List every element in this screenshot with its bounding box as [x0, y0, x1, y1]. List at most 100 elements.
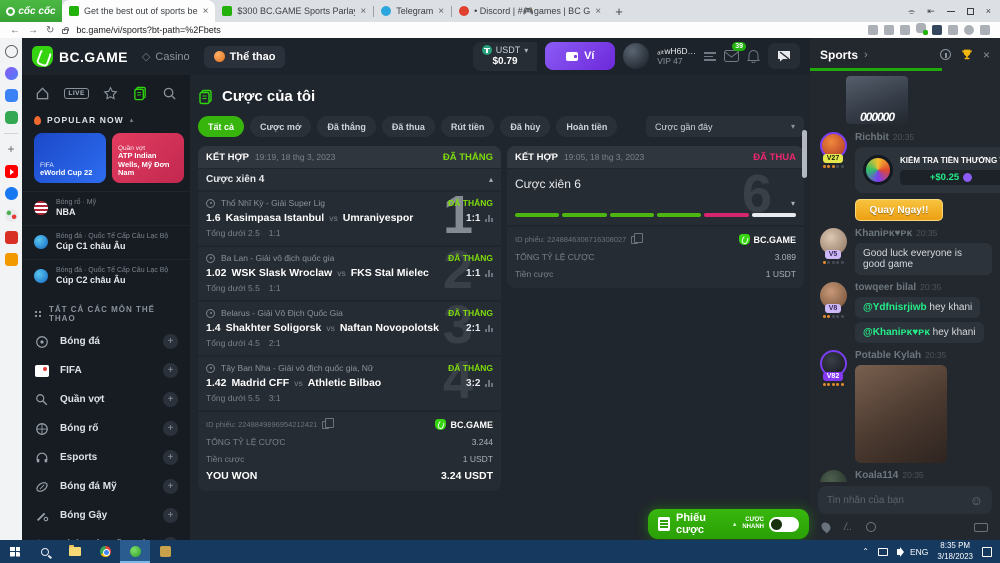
tab-telegram[interactable]: Telegram ×	[374, 0, 451, 22]
history-icon[interactable]	[5, 45, 18, 58]
copy-icon[interactable]	[322, 421, 329, 429]
chat-message-input[interactable]	[827, 495, 964, 506]
mention[interactable]: @Khaniᴘᴋ♥ᴘᴋ	[863, 327, 930, 338]
messenger-icon[interactable]	[5, 67, 18, 80]
live-icon[interactable]: LIVE	[64, 88, 88, 99]
checklist-icon[interactable]	[5, 231, 18, 244]
avatar[interactable]	[623, 43, 649, 69]
filter-cancelled[interactable]: Đã hủy	[500, 116, 550, 137]
forward-icon[interactable]: →	[28, 25, 38, 36]
close-window-icon[interactable]: ×	[986, 6, 991, 16]
expand-plus-icon[interactable]: +	[163, 479, 178, 494]
stats-icon[interactable]	[485, 325, 493, 332]
tray-expand-icon[interactable]: ⌃	[862, 547, 869, 556]
nav-casino[interactable]: ◇ Casino	[142, 50, 190, 63]
maximize-icon[interactable]	[967, 8, 974, 15]
stats-icon[interactable]	[485, 215, 493, 222]
tab-close-icon[interactable]: ×	[438, 6, 444, 17]
minimize-icon[interactable]	[947, 11, 955, 12]
lock-icon[interactable]	[62, 29, 68, 34]
expand-plus-icon[interactable]: +	[163, 392, 178, 407]
avatar[interactable]	[820, 470, 847, 482]
games-icon[interactable]	[5, 111, 18, 124]
filter-lost[interactable]: Đã thua	[382, 116, 435, 137]
restore-down-icon[interactable]: ⇤	[927, 6, 935, 17]
volume-icon[interactable]	[897, 549, 901, 555]
coccoc-browser-logo[interactable]: cốc cốc	[0, 0, 62, 22]
popular-now-header[interactable]: POPULAR NOW ▴	[22, 109, 190, 127]
my-bets-icon[interactable]	[133, 86, 148, 101]
download-manager-icon[interactable]	[932, 25, 942, 35]
emoji-icon[interactable]: ☺	[970, 493, 983, 508]
mail-icon[interactable]: 39	[724, 50, 739, 62]
url-text[interactable]: bc.game/vi/sports?bt-path=%2Fbets	[76, 25, 220, 35]
tab-discord[interactable]: • Discord | #🎮games | BC G ×	[452, 0, 608, 22]
sidebar-item-basketball[interactable]: Bóng rổ +	[22, 414, 190, 443]
stats-icon[interactable]	[485, 270, 493, 277]
quick-bet-toggle[interactable]	[769, 517, 799, 532]
filter-all[interactable]: Tất cả	[198, 116, 244, 137]
trophy-icon[interactable]	[960, 48, 974, 61]
sidebar-item-football[interactable]: Bóng đá +	[22, 327, 190, 356]
expand-plus-icon[interactable]: +	[163, 421, 178, 436]
rain-icon[interactable]	[820, 521, 833, 534]
action-center-icon[interactable]	[982, 547, 992, 557]
wallet-button[interactable]: Ví	[545, 42, 615, 70]
tab-close-icon[interactable]: ×	[203, 6, 209, 17]
expand-plus-icon[interactable]: +	[163, 363, 178, 378]
extensions-icon[interactable]	[948, 25, 958, 35]
new-tab-button[interactable]: +	[608, 0, 630, 22]
stats-icon[interactable]	[485, 380, 493, 387]
betslip-button[interactable]: Phiếu cược ▴ CƯỢC NHANH	[648, 509, 809, 539]
filter-refunded[interactable]: Hoàn tiền	[556, 116, 617, 137]
chat-username[interactable]: Richbit	[855, 132, 889, 143]
sticker-icon[interactable]	[5, 209, 18, 222]
downloads-icon[interactable]	[980, 25, 990, 35]
promo-card-eworldcup[interactable]: FIFA eWorld Cup 22	[34, 133, 106, 183]
share-icon[interactable]	[868, 25, 878, 35]
tip-coin-icon[interactable]	[866, 522, 876, 532]
bet-card-title-row[interactable]: Cược xiên 4 ▴	[198, 169, 501, 190]
tab-bcgame-parlay[interactable]: $300 BC.GAME Sports Parlay ×	[215, 0, 373, 22]
expand-caret-icon[interactable]: ▾	[791, 199, 795, 208]
favorites-star-icon[interactable]	[103, 86, 118, 101]
sidebar-item-tennis[interactable]: Quần vợt +	[22, 385, 190, 414]
facebook-icon[interactable]	[5, 187, 18, 200]
chat-app-icon[interactable]	[5, 89, 18, 102]
collapse-caret-icon[interactable]: ▴	[489, 175, 493, 184]
league-item-c1[interactable]: Bóng đá · Quốc Tế Cấp Câu Lạc Bộ Cúp C1 …	[22, 225, 190, 259]
coccoc-button[interactable]	[120, 540, 150, 563]
sidebar-item-fifa[interactable]: FIFA +	[22, 356, 190, 385]
chat-username[interactable]: Koala114	[855, 470, 898, 481]
close-chat-icon[interactable]: ×	[983, 48, 990, 62]
filter-open[interactable]: Cược mở	[250, 116, 311, 137]
bell-icon[interactable]	[747, 49, 760, 63]
user-info[interactable]: ₐₗₜwH6D… VIP 47	[657, 46, 696, 67]
home-icon[interactable]	[35, 86, 50, 101]
add-shortcut-icon[interactable]: +	[5, 143, 18, 156]
league-item-nba[interactable]: Bóng rổ · Mỹ NBA	[22, 191, 190, 225]
search-icon[interactable]	[162, 86, 177, 101]
filter-won[interactable]: Đã thắng	[317, 116, 376, 137]
nav-sports[interactable]: Thể thao	[204, 46, 286, 68]
translate-icon[interactable]	[884, 25, 894, 35]
filter-cashout[interactable]: Rút tiền	[441, 116, 495, 137]
bookmark-star-icon[interactable]	[900, 25, 910, 35]
language-indicator[interactable]: ENG	[910, 547, 928, 557]
chat-tab-sports[interactable]: Sports	[820, 48, 858, 62]
expand-plus-icon[interactable]: +	[163, 508, 178, 523]
info-icon[interactable]	[940, 49, 951, 60]
league-of-legends-button[interactable]	[150, 540, 180, 563]
leaderboard-icon[interactable]	[704, 52, 716, 61]
league-item-c2[interactable]: Bóng đá · Quốc Tế Cấp Câu Lạc Bộ Cúp C2 …	[22, 259, 190, 293]
start-button[interactable]	[0, 540, 30, 563]
chat-username[interactable]: Potable Kylah	[855, 350, 921, 361]
expand-plus-icon[interactable]: +	[163, 450, 178, 465]
chat-image[interactable]	[855, 365, 947, 463]
back-icon[interactable]: ←	[10, 25, 20, 36]
sidebar-item-cricket[interactable]: Bóng Gậy +	[22, 501, 190, 530]
spin-promo-card[interactable]: KIẾM TRA TIỀN THƯỞNG VÒNG QU +$0.25	[855, 147, 1000, 193]
chat-toggle-button[interactable]	[768, 43, 800, 69]
chat-username[interactable]: towqeer bilal	[855, 282, 916, 293]
tab-search-icon[interactable]: ⌯	[908, 6, 915, 17]
